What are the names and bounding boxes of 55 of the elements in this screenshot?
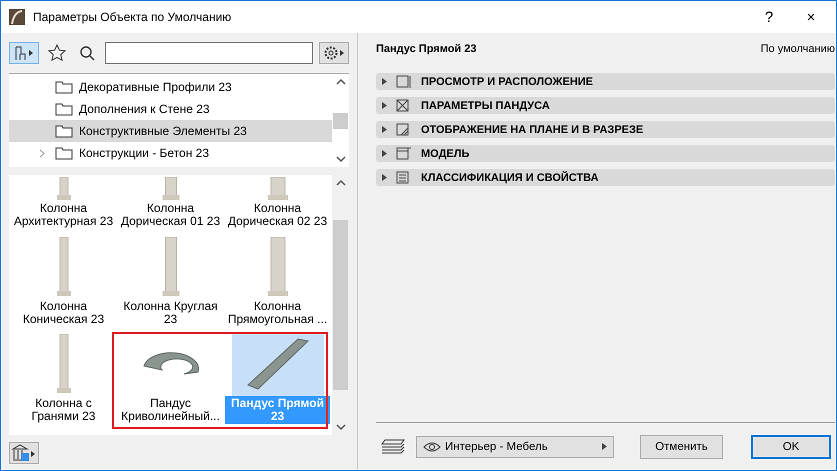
section-icon <box>395 74 413 88</box>
close-button[interactable]: × <box>794 8 828 26</box>
search-field[interactable] <box>105 42 313 64</box>
scroll-down-icon[interactable] <box>336 156 346 163</box>
ok-button[interactable]: OK <box>751 434 831 458</box>
folder-icon <box>55 102 73 116</box>
expand-arrow-icon <box>602 443 607 450</box>
expand-arrow-icon <box>382 126 387 133</box>
folder-item[interactable]: Декоративные Профили 23 <box>9 76 332 98</box>
scrollbar-thumb[interactable] <box>333 112 348 128</box>
object-item[interactable]: Колонна с Гранями 23 <box>11 331 116 428</box>
folder-icon <box>55 124 73 138</box>
object-item[interactable]: Колонна Архитектурная 23 <box>11 175 116 233</box>
window-title: Параметры Объекта по Умолчанию <box>33 10 232 24</box>
section-header[interactable]: ПАРАМЕТРЫ ПАНДУСА <box>376 97 835 114</box>
layers-icon <box>380 438 406 456</box>
settings-button[interactable] <box>319 42 349 64</box>
scrollbar-thumb[interactable] <box>333 220 348 390</box>
object-item[interactable]: Колонна Дорическая 02 23 <box>225 175 330 233</box>
gear-icon <box>322 45 346 61</box>
eye-icon <box>423 442 441 452</box>
help-button[interactable]: ? <box>752 8 786 26</box>
expand-arrow-icon <box>382 78 387 85</box>
expand-chevron-icon[interactable] <box>39 148 45 158</box>
section-header[interactable]: КЛАССИФИКАЦИЯ И СВОЙСТВА <box>376 169 835 186</box>
folder-icon <box>55 80 73 94</box>
section-header[interactable]: ПРОСМОТР И РАСПОЛОЖЕНИЕ <box>376 73 835 90</box>
library-icon <box>11 444 37 462</box>
scroll-up-icon[interactable] <box>336 179 346 186</box>
folder-item[interactable]: Дополнения к Стене 23 <box>9 98 332 120</box>
expand-arrow-icon <box>382 150 387 157</box>
app-logo-icon <box>9 9 25 25</box>
object-item[interactable]: Колонна Круглая 23 <box>118 233 223 331</box>
expand-arrow-icon <box>382 102 387 109</box>
cancel-button[interactable]: Отменить <box>640 434 723 458</box>
scroll-down-icon[interactable] <box>336 424 346 431</box>
folder-item[interactable]: Конструктивные Элементы 23 <box>9 120 332 142</box>
section-icon <box>395 146 413 160</box>
folder-item[interactable]: Конструкции - Бетон 23 <box>9 142 332 164</box>
layer-dropdown[interactable]: Интерьер - Мебель <box>416 436 614 458</box>
library-menu-button[interactable] <box>9 42 39 64</box>
chair-icon <box>13 45 35 61</box>
object-item[interactable]: Колонна Дорическая 01 23 <box>118 175 223 233</box>
library-manager-button[interactable] <box>9 442 39 464</box>
object-item[interactable]: Колонна Коническая 23 <box>11 233 116 331</box>
star-icon[interactable] <box>45 42 69 64</box>
object-name: Пандус Прямой 23 <box>376 43 476 55</box>
folder-icon <box>55 146 73 160</box>
object-item[interactable]: Колонна Прямоугольная ... <box>225 233 330 331</box>
object-item[interactable]: Пандус Криволинейный... <box>118 331 223 428</box>
scroll-up-icon[interactable] <box>336 78 346 85</box>
section-header[interactable]: МОДЕЛЬ <box>376 145 835 162</box>
expand-arrow-icon <box>382 174 387 181</box>
section-header[interactable]: ОТОБРАЖЕНИЕ НА ПЛАНЕ И В РАЗРЕЗЕ <box>376 121 835 138</box>
status-text: По умолчанию <box>760 43 835 55</box>
